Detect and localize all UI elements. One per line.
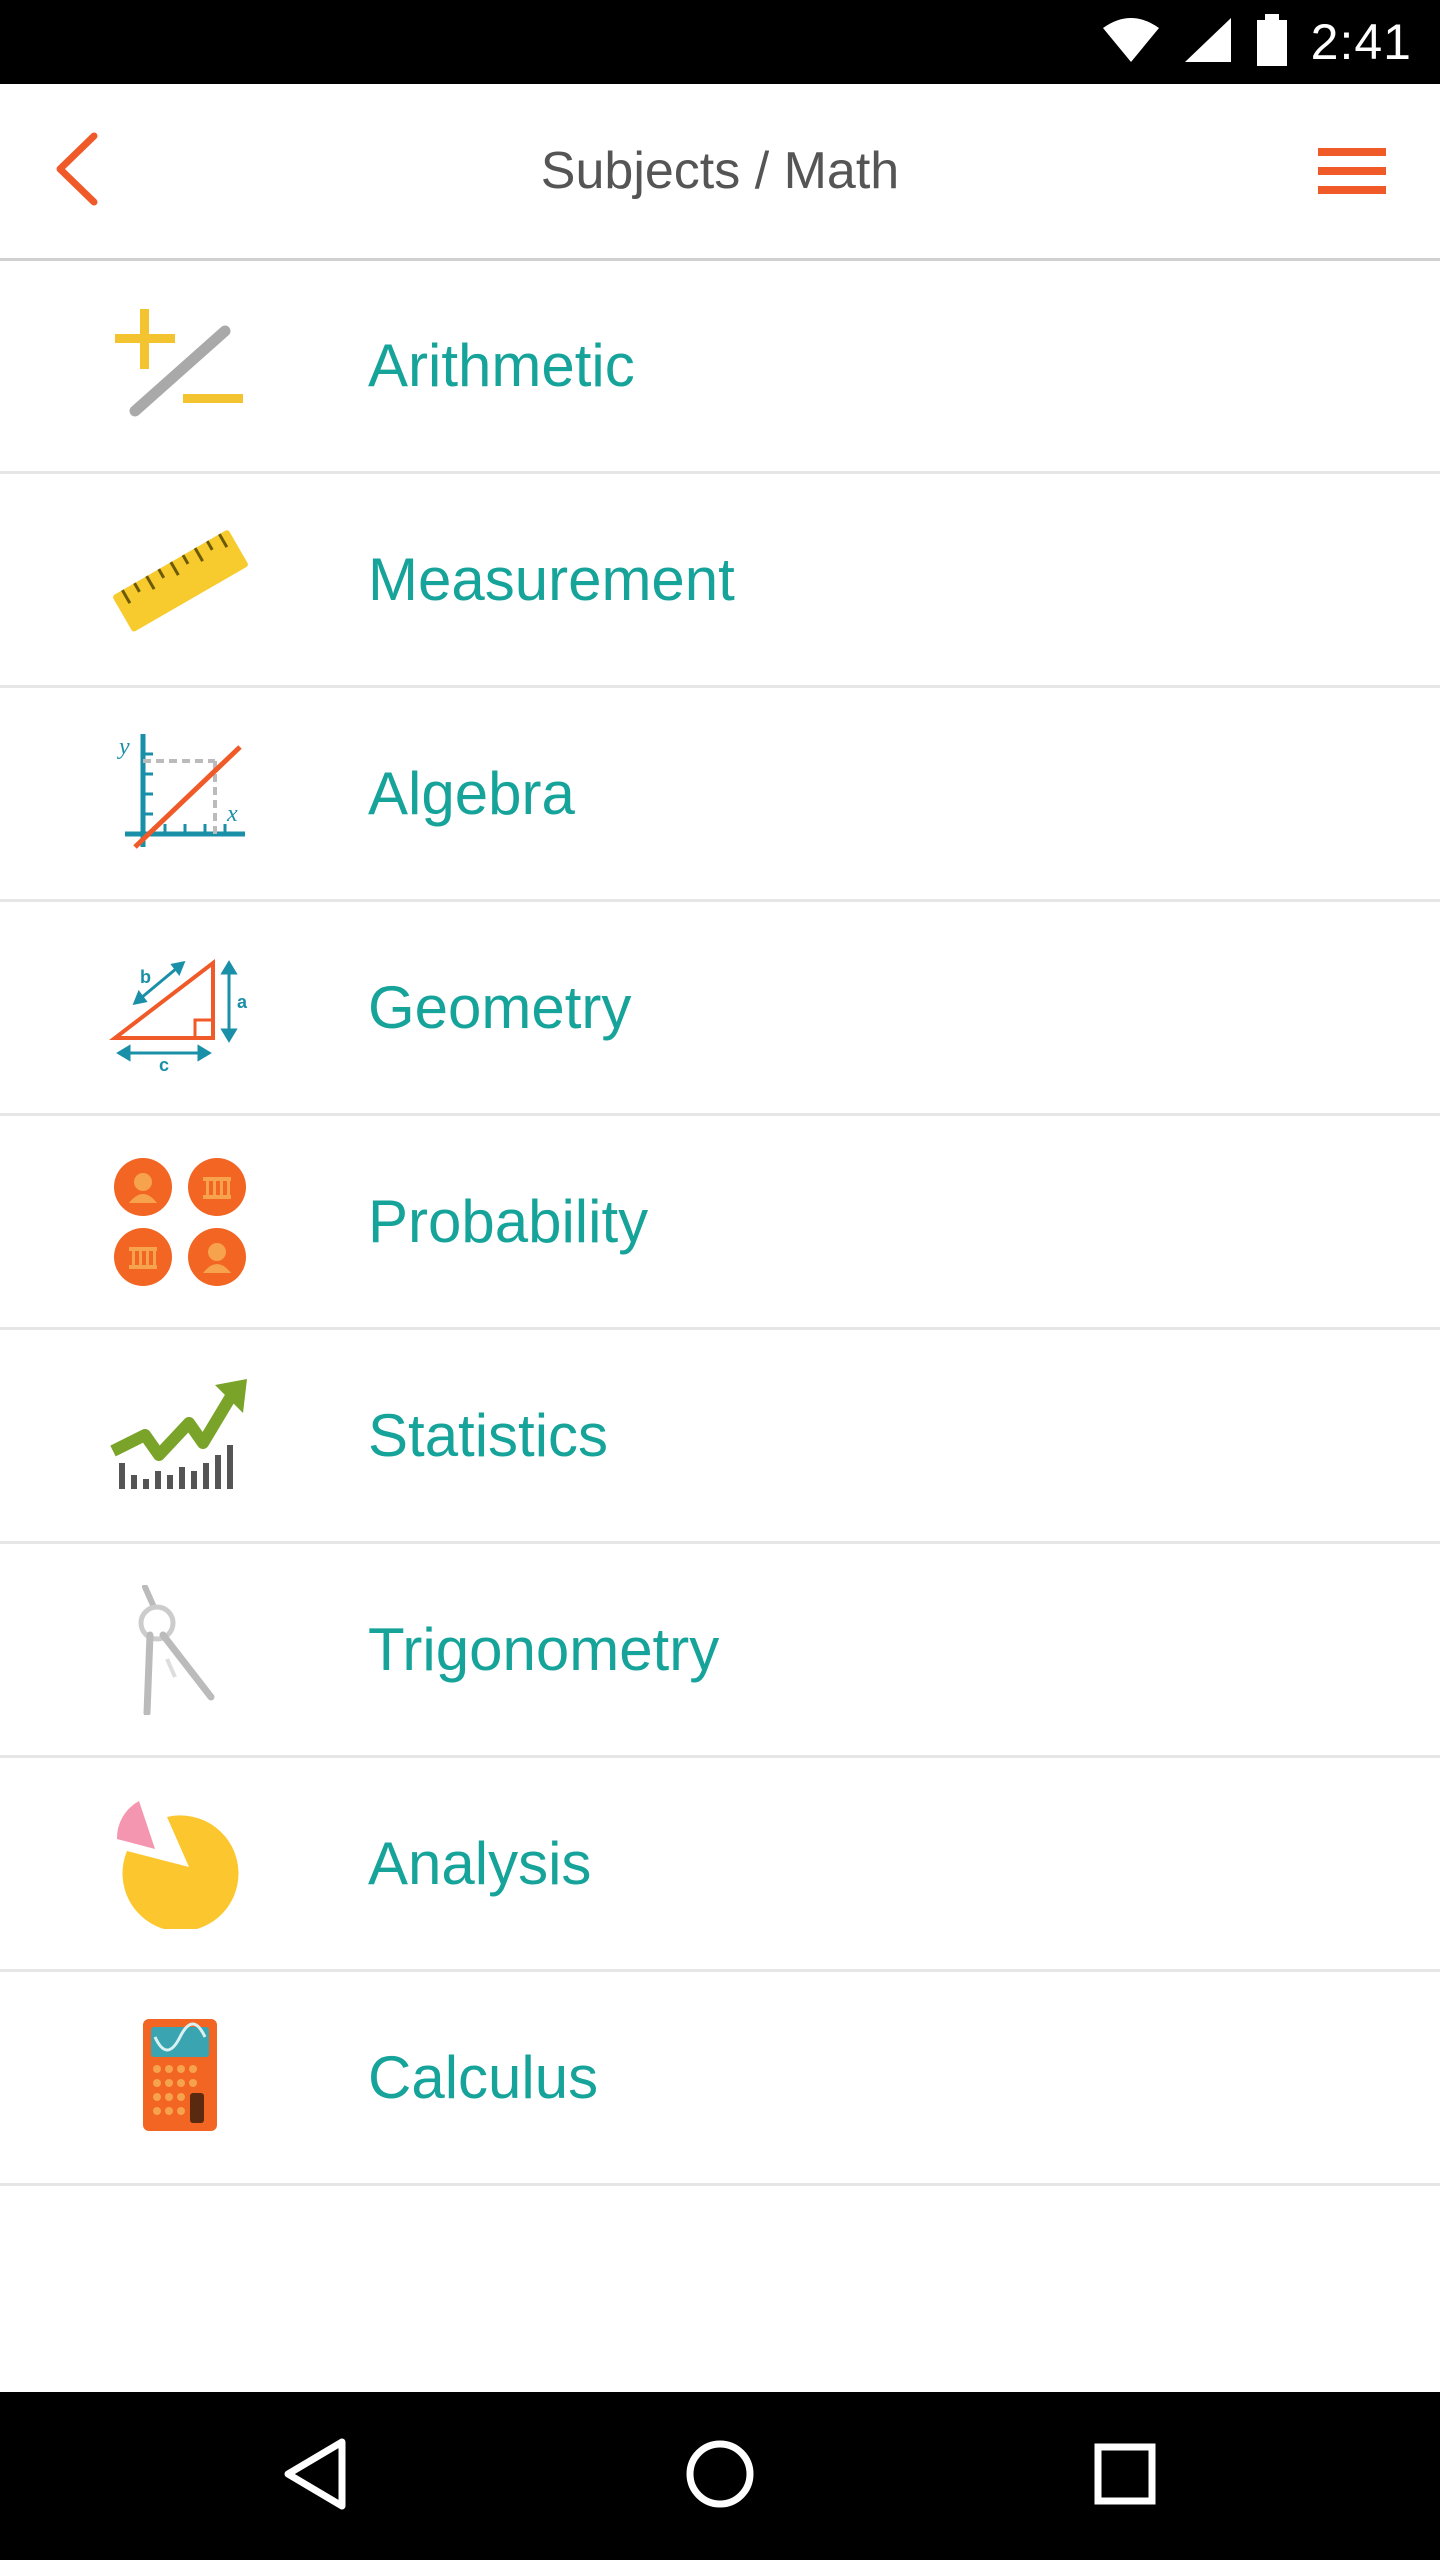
- subject-label: Measurement: [368, 546, 735, 613]
- list-item-measurement[interactable]: Measurement: [0, 474, 1440, 688]
- svg-text:c: c: [159, 1055, 169, 1073]
- list-item-probability[interactable]: Probability: [0, 1116, 1440, 1330]
- hamburger-icon: [1312, 148, 1392, 210]
- pie-chart-icon: [105, 1799, 255, 1929]
- subject-label: Trigonometry: [368, 1616, 720, 1683]
- square-recents-icon: [1093, 2442, 1157, 2511]
- subject-list: Arithmetic Measurement y x Algebra b a c…: [0, 260, 1440, 2186]
- list-item-trigonometry[interactable]: Trigonometry: [0, 1544, 1440, 1758]
- nav-bar: [0, 2392, 1440, 2560]
- page-title: Subjects / Math: [540, 142, 900, 200]
- triangle-icon: b a c: [105, 943, 255, 1073]
- trend-chart-icon: [105, 1371, 255, 1501]
- signal-icon: [1183, 16, 1233, 69]
- coins-icon: [105, 1157, 255, 1287]
- list-item-arithmetic[interactable]: Arithmetic: [0, 260, 1440, 474]
- nav-home-button[interactable]: [670, 2426, 770, 2526]
- svg-text:a: a: [237, 992, 248, 1012]
- svg-text:x: x: [226, 801, 238, 827]
- subject-label: Probability: [368, 1188, 649, 1255]
- wifi-icon: [1101, 16, 1161, 69]
- subject-label: Statistics: [368, 1402, 609, 1469]
- list-item-algebra[interactable]: y x Algebra: [0, 688, 1440, 902]
- nav-recents-button[interactable]: [1075, 2426, 1175, 2526]
- status-bar: 2:41: [0, 0, 1440, 84]
- subject-label: Arithmetic: [368, 332, 635, 399]
- subject-label: Algebra: [368, 760, 575, 827]
- status-icons: 2:41: [1101, 0, 1412, 84]
- nav-back-button[interactable]: [265, 2426, 365, 2526]
- menu-button[interactable]: [1312, 136, 1392, 206]
- subject-label: Calculus: [368, 2044, 599, 2111]
- subject-label: Analysis: [368, 1830, 592, 1897]
- plus-minus-icon: [105, 301, 255, 431]
- list-item-statistics[interactable]: Statistics: [0, 1330, 1440, 1544]
- ruler-icon: [105, 515, 255, 645]
- app-header: Subjects / Math: [0, 84, 1440, 261]
- status-time: 2:41: [1310, 14, 1412, 70]
- svg-text:y: y: [117, 734, 130, 760]
- calculator-icon: [105, 2013, 255, 2143]
- triangle-back-icon: [280, 2437, 350, 2516]
- battery-icon: [1255, 13, 1289, 71]
- compass-icon: [105, 1584, 255, 1715]
- svg-text:b: b: [140, 967, 151, 987]
- graph-axes-icon: y x: [105, 729, 255, 859]
- list-item-calculus[interactable]: Calculus: [0, 1972, 1440, 2186]
- list-item-analysis[interactable]: Analysis: [0, 1758, 1440, 1972]
- list-item-geometry[interactable]: b a c Geometry: [0, 902, 1440, 1116]
- circle-home-icon: [683, 2437, 757, 2516]
- subject-label: Geometry: [368, 974, 632, 1041]
